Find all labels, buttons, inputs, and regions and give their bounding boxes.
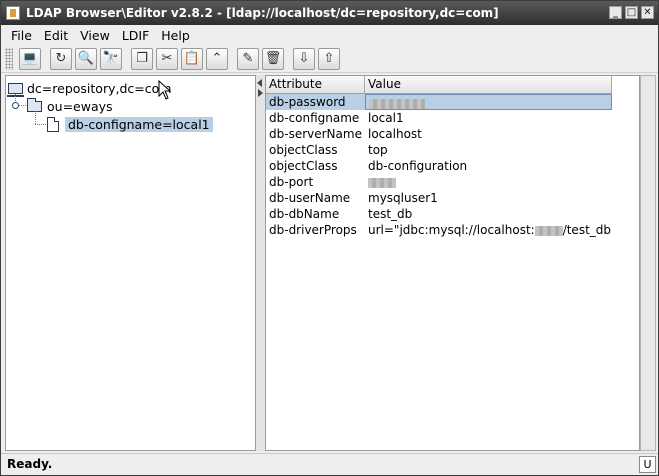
title-bar: LDAP Browser\Editor v2.8.2 - [ldap://loc… bbox=[1, 1, 658, 25]
redacted-value bbox=[534, 225, 563, 236]
attribute-cell: db-configname bbox=[269, 111, 360, 125]
server-icon bbox=[7, 82, 24, 97]
export-icon: ⇧ bbox=[323, 51, 335, 66]
refresh-icon: ↻ bbox=[55, 51, 67, 66]
menu-bar: File Edit View LDIF Help bbox=[1, 25, 658, 45]
column-value[interactable]: Value bbox=[365, 76, 612, 94]
copy-button[interactable]: ❐ bbox=[131, 47, 153, 70]
status-text: Ready. bbox=[7, 457, 53, 471]
directory-tree[interactable]: dc=repository,dc=com ou=eways db-confign… bbox=[5, 75, 256, 451]
collapse-right-icon[interactable] bbox=[258, 89, 263, 97]
cut-button[interactable]: ✂ bbox=[156, 47, 178, 70]
maximize-button[interactable]: □ bbox=[625, 6, 638, 19]
toolbar: 💻 ↻ 🔍 🔭 ❐ ✂ 📋 ⌃ ✎ 🗑 ⇩ ⇧ bbox=[1, 45, 658, 73]
delete-button[interactable]: 🗑 bbox=[262, 47, 284, 70]
status-bar: Ready. U bbox=[1, 453, 658, 475]
value-cell: mysqluser1 bbox=[368, 191, 438, 205]
tree-node-eways[interactable]: ou=eways bbox=[27, 97, 113, 115]
find-icon: 🔭 bbox=[102, 51, 120, 66]
value-cell: localhost bbox=[368, 127, 422, 141]
edit-icon: ✎ bbox=[242, 51, 254, 66]
entry-icon bbox=[47, 116, 59, 132]
cut-icon: ✂ bbox=[161, 51, 173, 66]
attribute-cell: db-userName bbox=[269, 191, 351, 205]
import-icon: ⇩ bbox=[298, 51, 310, 66]
vertical-scrollbar[interactable] bbox=[640, 75, 656, 451]
pane-splitter[interactable] bbox=[256, 75, 265, 451]
menu-file[interactable]: File bbox=[5, 28, 38, 43]
mouse-cursor-icon bbox=[158, 80, 172, 100]
delete-icon: 🗑 bbox=[264, 51, 282, 66]
app-icon bbox=[6, 6, 20, 20]
attribute-table[interactable]: Attribute Value db-password db-confignam… bbox=[265, 75, 640, 451]
value-prefix: url="jdbc:mysql://localhost: bbox=[368, 223, 535, 237]
attribute-cell: db-serverName bbox=[269, 127, 362, 141]
table-row[interactable]: db-driverProps url="jdbc:mysql://localho… bbox=[266, 222, 612, 238]
tree-node-root[interactable]: dc=repository,dc=com bbox=[7, 79, 172, 97]
redacted-value bbox=[368, 177, 396, 188]
folder-icon bbox=[27, 97, 42, 112]
tree-node-configname[interactable]: db-configname=local1 bbox=[47, 115, 213, 133]
table-row[interactable]: objectClass db-configuration bbox=[266, 158, 612, 174]
table-row[interactable]: db-userName mysqluser1 bbox=[266, 190, 612, 206]
value-cell: local1 bbox=[368, 111, 404, 125]
value-cell bbox=[365, 174, 612, 190]
edit-button[interactable]: ✎ bbox=[237, 47, 259, 70]
search-icon: 🔍 bbox=[77, 51, 95, 66]
table-row[interactable]: db-dbName test_db bbox=[266, 206, 612, 222]
up-button[interactable]: ⌃ bbox=[206, 47, 228, 70]
tree-node-eways-label: ou=eways bbox=[47, 98, 113, 114]
table-row[interactable]: db-password bbox=[266, 94, 612, 110]
table-header: Attribute Value bbox=[266, 76, 612, 94]
window-title: LDAP Browser\Editor v2.8.2 - [ldap://loc… bbox=[26, 6, 499, 20]
window-controls: _ □ ✕ bbox=[609, 6, 654, 19]
attribute-cell: db-dbName bbox=[269, 207, 340, 221]
value-cell: top bbox=[368, 143, 388, 157]
attribute-cell: db-port bbox=[269, 175, 314, 189]
app-window: LDAP Browser\Editor v2.8.2 - [ldap://loc… bbox=[0, 0, 659, 476]
minimize-button[interactable]: _ bbox=[609, 6, 622, 19]
tree-node-configname-label: db-configname=local1 bbox=[65, 116, 213, 132]
menu-edit[interactable]: Edit bbox=[38, 28, 74, 43]
table-row[interactable]: db-serverName localhost bbox=[266, 126, 612, 142]
value-cell bbox=[365, 94, 612, 110]
table-row[interactable]: db-configname local1 bbox=[266, 110, 612, 126]
collapse-left-icon[interactable] bbox=[257, 79, 262, 87]
menu-help[interactable]: Help bbox=[155, 28, 196, 43]
table-row[interactable]: objectClass top bbox=[266, 142, 612, 158]
attribute-cell: objectClass bbox=[269, 143, 338, 157]
refresh-button[interactable]: ↻ bbox=[50, 47, 72, 70]
status-indicator: U bbox=[639, 456, 656, 473]
paste-button[interactable]: 📋 bbox=[181, 47, 203, 70]
import-button[interactable]: ⇩ bbox=[293, 47, 315, 70]
toolbar-grip[interactable] bbox=[5, 47, 13, 70]
connect-icon: 💻 bbox=[21, 51, 39, 66]
value-cell: db-configuration bbox=[368, 159, 468, 173]
attribute-cell: objectClass bbox=[269, 159, 338, 173]
value-cell: url="jdbc:mysql://localhost: /test_db" bbox=[365, 222, 612, 238]
export-button[interactable]: ⇧ bbox=[318, 47, 340, 70]
attribute-cell: db-password bbox=[266, 94, 365, 110]
column-attribute[interactable]: Attribute bbox=[266, 76, 365, 94]
redacted-value bbox=[369, 98, 425, 109]
up-icon: ⌃ bbox=[211, 51, 223, 66]
value-suffix: /test_db" bbox=[562, 223, 612, 237]
table-row[interactable]: db-port bbox=[266, 174, 612, 190]
search-button[interactable]: 🔍 bbox=[75, 47, 97, 70]
connect-button[interactable]: 💻 bbox=[19, 47, 41, 70]
paste-icon: 📋 bbox=[183, 51, 201, 66]
attribute-cell: db-driverProps bbox=[269, 223, 357, 237]
value-cell: test_db bbox=[368, 207, 413, 221]
close-button[interactable]: ✕ bbox=[641, 6, 654, 19]
tree-node-root-label: dc=repository,dc=com bbox=[27, 80, 172, 96]
copy-icon: ❐ bbox=[136, 51, 148, 66]
find-button[interactable]: 🔭 bbox=[100, 47, 122, 70]
menu-view[interactable]: View bbox=[74, 28, 116, 43]
expand-handle-icon[interactable] bbox=[12, 102, 19, 109]
menu-ldif[interactable]: LDIF bbox=[116, 28, 155, 43]
